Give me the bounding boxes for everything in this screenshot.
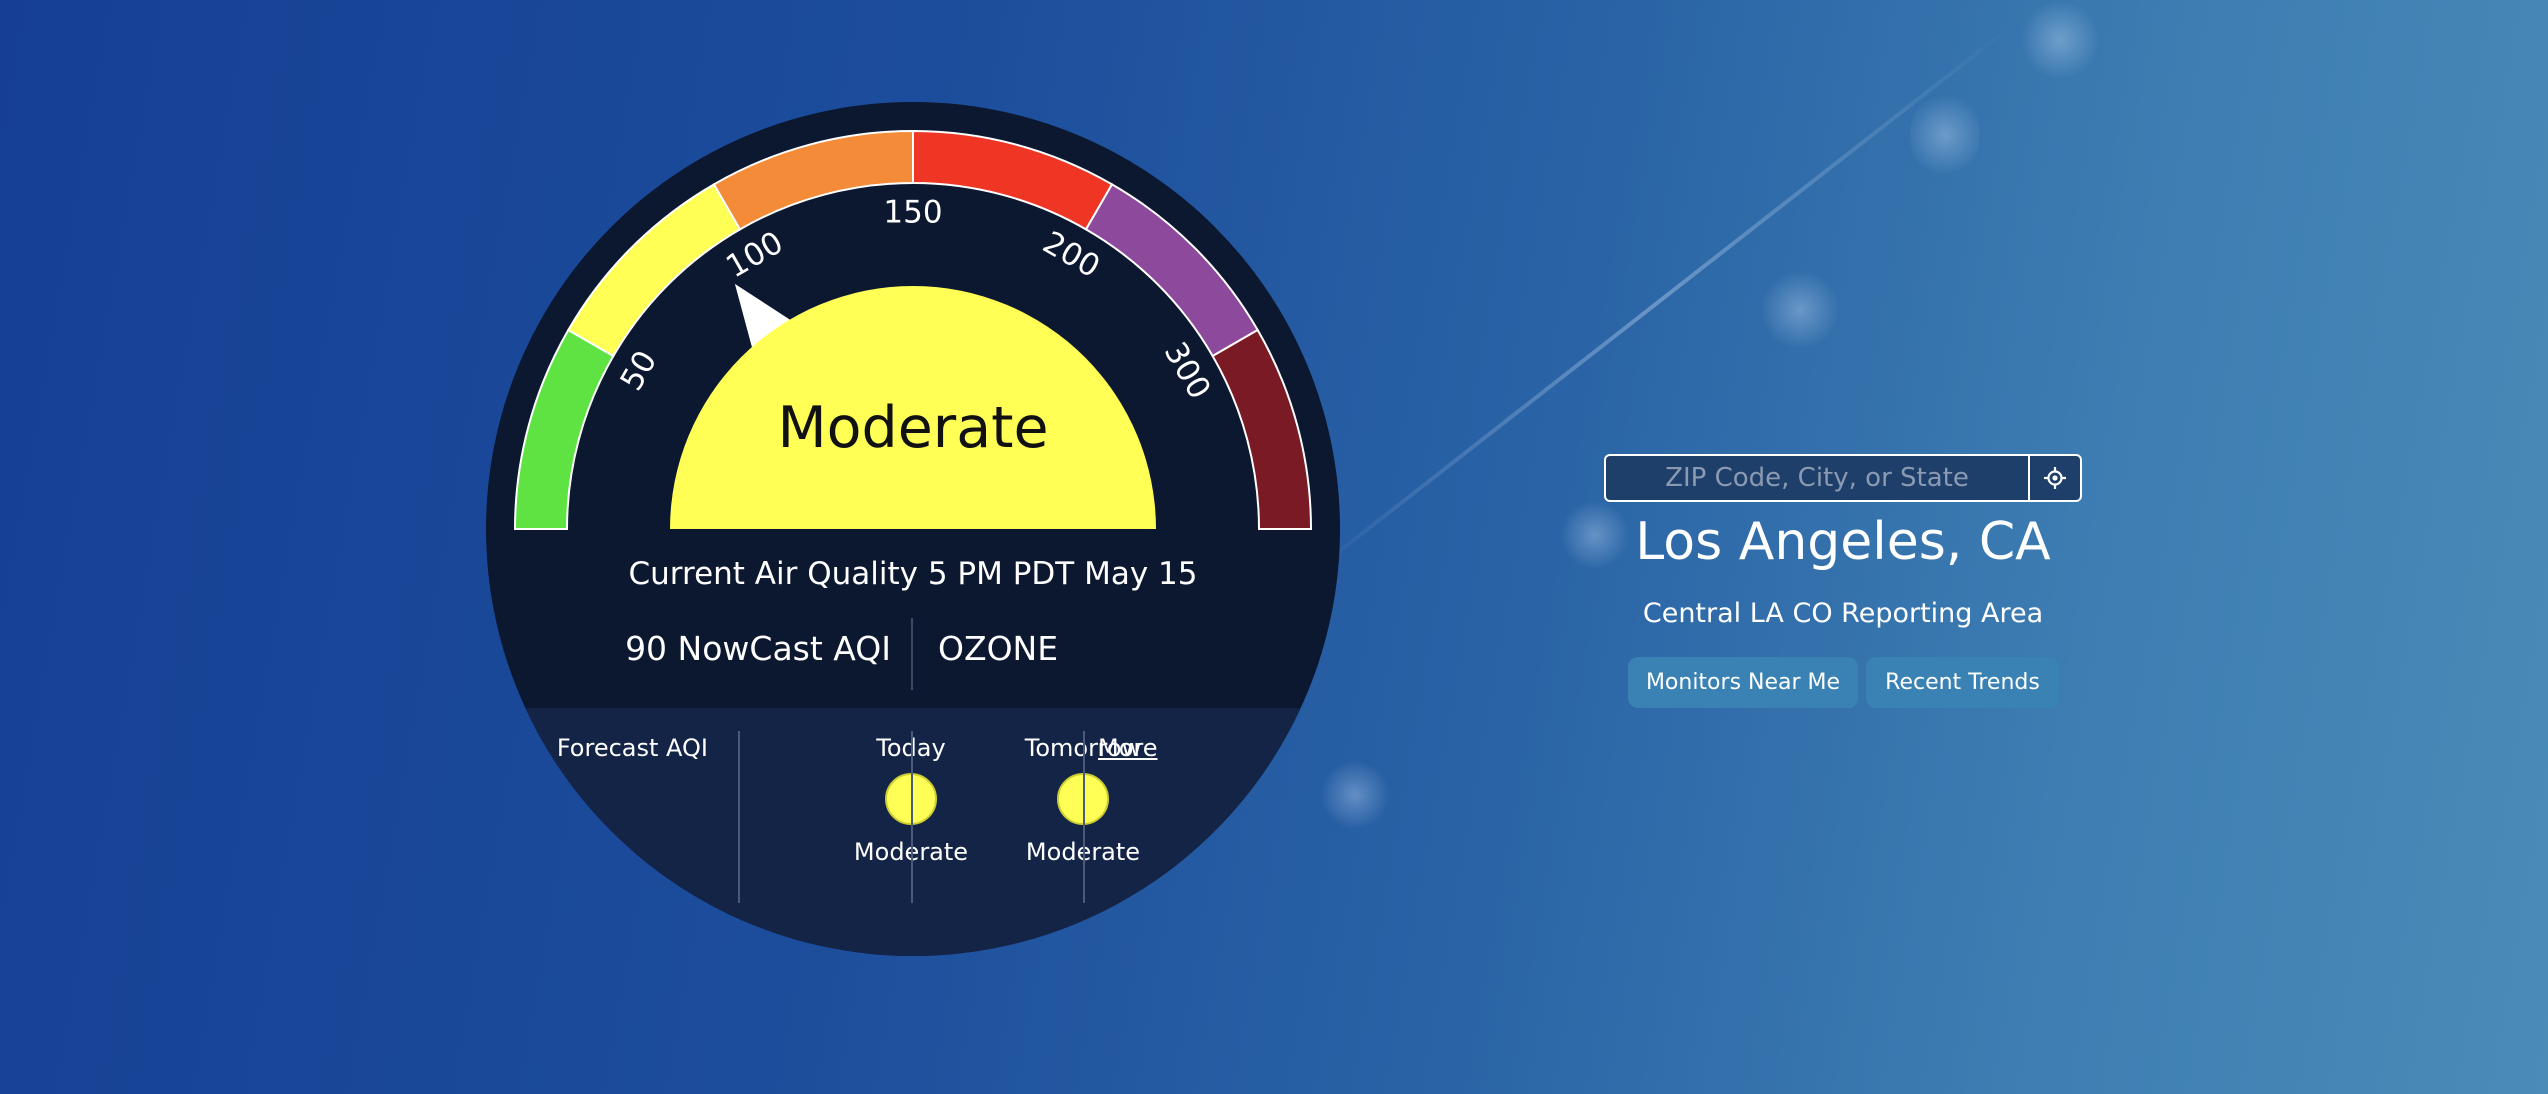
forecast-more-link[interactable]: More <box>1098 734 1158 762</box>
current-air-quality-time: Current Air Quality 5 PM PDT May 15 <box>628 556 1198 592</box>
divider <box>738 731 740 903</box>
lens-flare <box>2020 0 2100 80</box>
monitors-near-me-button[interactable]: Monitors Near Me <box>1628 657 1858 708</box>
tick-label-150: 150 <box>883 195 942 231</box>
reporting-area: Central LA CO Reporting Area <box>1642 598 2044 629</box>
nowcast-aqi-value: 90 NowCast AQI <box>625 629 891 668</box>
divider <box>911 618 913 690</box>
lens-flare <box>1760 270 1840 350</box>
pollutant-label: OZONE <box>938 629 1059 668</box>
aqi-dial: 50100150200300 <box>486 102 1340 956</box>
search-input[interactable] <box>1606 456 2028 500</box>
recent-trends-button[interactable]: Recent Trends <box>1866 657 2059 708</box>
divider <box>1083 731 1085 903</box>
location-search <box>1604 454 2082 502</box>
forecast-aqi-title: Forecast AQI <box>556 734 708 762</box>
aqi-category-label: Moderate <box>777 395 1049 461</box>
use-my-location-button[interactable] <box>2028 456 2080 500</box>
lens-flare <box>1910 90 1980 180</box>
crosshair-icon <box>2044 467 2066 489</box>
location-title: Los Angeles, CA <box>1635 512 2051 572</box>
aqi-gauge: 50 100 150 200 300 Moderate Current Air Qual… <box>486 102 1340 956</box>
divider <box>911 731 913 903</box>
